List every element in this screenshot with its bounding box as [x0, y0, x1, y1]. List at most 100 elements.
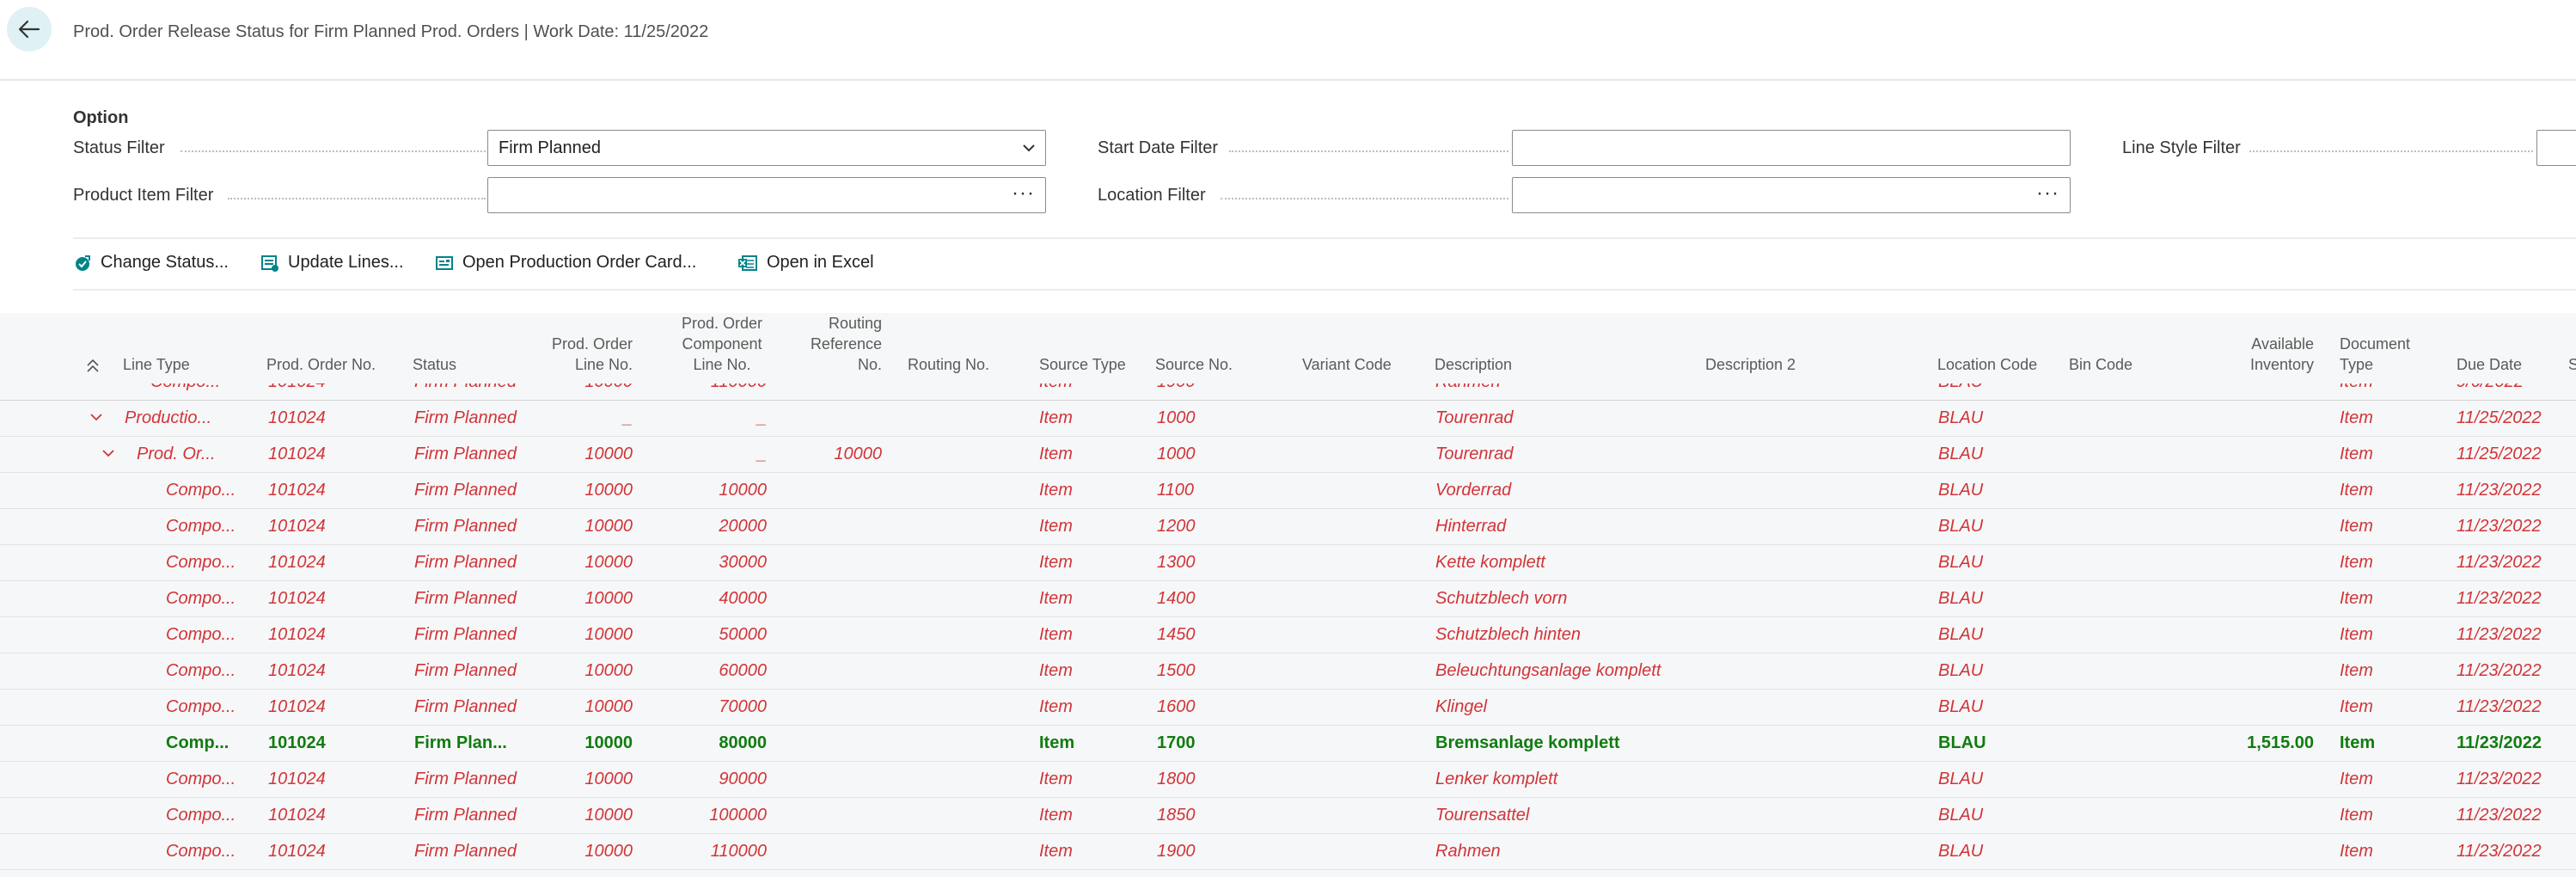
chevron-down-icon[interactable]	[101, 447, 115, 459]
cell-line-no: 10000	[584, 733, 633, 752]
col-routing-no[interactable]: Routing No.	[908, 354, 989, 375]
cell-source-no: 1500	[1157, 661, 1196, 680]
cell-line-no: 10000	[584, 697, 633, 716]
cell-location-code: BLAU	[1938, 553, 1984, 572]
cell-prod-order-no: 101024	[268, 408, 326, 427]
start-date-filter-leader	[1229, 150, 1508, 152]
table-row[interactable]: Compo... 101024 Firm Planned 10000 90000 Item…	[0, 762, 2576, 798]
cell-location-code: BLAU	[1938, 661, 1984, 680]
status-filter-value: Firm Planned	[499, 138, 601, 157]
status-filter-select[interactable]: Firm Planned	[487, 130, 1046, 166]
cell-location-code: BLAU	[1938, 842, 1984, 861]
start-date-filter-input[interactable]	[1512, 130, 2071, 166]
col-line-type[interactable]: Line Type	[123, 354, 190, 375]
cell-document-type: Item	[2340, 842, 2373, 861]
col-prod-order-no[interactable]: Prod. Order No.	[266, 354, 376, 375]
cell-line-no: 10000	[584, 517, 633, 536]
cell-due-date: 11/23/2022	[2457, 697, 2542, 716]
col-source-type[interactable]: Source Type	[1039, 354, 1126, 375]
cell-status: Firm Planned	[414, 842, 517, 861]
cell-source-type: Item	[1039, 661, 1073, 680]
update-lines-action[interactable]: Update Lines...	[260, 253, 404, 273]
cell-source-type: Item	[1039, 481, 1073, 500]
col-next-fragment[interactable]: S	[2568, 354, 2576, 375]
cell-prod-order-no: 101024	[268, 553, 326, 572]
cell-component-line-no: _	[756, 445, 767, 463]
col-available-inventory[interactable]: Available Inventory	[2218, 334, 2314, 375]
cell-due-date: 11/23/2022	[2457, 806, 2542, 825]
cell-document-type: Item	[2340, 589, 2373, 608]
table-row[interactable]: Compo... 101024 Firm Planned 10000 100000 Ite…	[0, 798, 2576, 834]
table-row[interactable]: Compo... 101024 Firm Planned 10000 50000 Item…	[0, 617, 2576, 653]
col-source-no[interactable]: Source No.	[1155, 354, 1233, 375]
cell-document-type: Item	[2340, 697, 2373, 716]
cell-status: Firm Planned	[414, 445, 517, 463]
col-bin-code[interactable]: Bin Code	[2069, 354, 2132, 375]
table-row[interactable]: Compo... 101024 Firm Planned 10000 60000 Item…	[0, 653, 2576, 690]
cell-source-no: 1300	[1157, 553, 1196, 572]
line-style-filter-label: Line Style Filter	[2122, 138, 2249, 158]
table-row[interactable]: Compo... 101024 Firm Planned 10000 10000 Item…	[0, 473, 2576, 509]
table-row[interactable]: Compo... 101024 Firm Planned 10000 40000 Item…	[0, 581, 2576, 617]
cell-location-code: BLAU	[1938, 697, 1984, 716]
table-row[interactable]: Comp... 101024 Firm Plan... 10000 80000 Item 1…	[0, 726, 2576, 762]
chevron-down-icon[interactable]	[89, 411, 103, 423]
col-location-code[interactable]: Location Code	[1937, 354, 2037, 375]
col-description[interactable]: Description	[1435, 354, 1512, 375]
col-routing-reference-no[interactable]: Routing Reference No.	[796, 313, 882, 375]
cell-source-no: 1400	[1157, 589, 1196, 608]
table-row[interactable]: Productio... 101024 Firm Planned _ _ Item 1000…	[0, 401, 2576, 437]
col-due-date[interactable]: Due Date	[2457, 354, 2522, 375]
data-grid: Line Type Prod. Order No. Status Prod. O…	[0, 313, 2576, 877]
lookup-ellipsis-icon[interactable]: ···	[1012, 181, 1035, 205]
cell-description: Lenker komplett	[1435, 770, 1558, 788]
actionbar-divider	[73, 289, 2576, 291]
start-date-filter-label: Start Date Filter	[1098, 138, 1227, 158]
location-filter-input[interactable]: ···	[1512, 177, 2071, 213]
cell-line-no: 10000	[584, 842, 633, 861]
lookup-ellipsis-icon[interactable]: ···	[2036, 181, 2059, 205]
open-in-excel-action[interactable]: Open in Excel	[737, 253, 874, 273]
cell-component-line-no: 70000	[719, 697, 767, 716]
back-button[interactable]	[7, 7, 52, 52]
line-style-filter-input[interactable]	[2536, 130, 2576, 166]
cell-location-code: BLAU	[1938, 770, 1984, 788]
cell-document-type: Item	[2340, 517, 2373, 536]
col-document-type[interactable]: Document Type	[2340, 334, 2410, 375]
table-row[interactable]: Prod. Or... 101024 Firm Planned 10000 _ 10000…	[0, 437, 2576, 473]
status-filter-leader	[181, 150, 486, 152]
cell-prod-order-no: 101024	[268, 589, 326, 608]
cell-source-no: 1450	[1157, 625, 1196, 644]
col-prod-order-line-no[interactable]: Prod. Order Line No.	[533, 334, 633, 375]
product-item-filter-leader	[228, 198, 486, 199]
col-description-2[interactable]: Description 2	[1705, 354, 1796, 375]
table-row-partial[interactable]: Compo... 101024 Firm Planned 10000 11000…	[0, 383, 2576, 401]
col-component-line-no[interactable]: Prod. Order Component Line No.	[670, 313, 774, 375]
collapse-all-icon[interactable]	[86, 359, 100, 374]
cell-source-type: Item	[1039, 733, 1075, 752]
cell-line-no: 10000	[584, 770, 633, 788]
cell-line-type: Compo...	[166, 697, 236, 716]
cell-status: Firm Planned	[414, 517, 517, 536]
cell-status: Firm Planned	[414, 625, 517, 644]
cell-component-line-no: 90000	[719, 770, 767, 788]
col-status[interactable]: Status	[413, 354, 456, 375]
cell-source-no: 1000	[1157, 445, 1196, 463]
open-production-order-card-action[interactable]: Open Production Order Card...	[435, 253, 696, 273]
table-row[interactable]: Compo... 101024 Firm Planned 10000 20000 Item…	[0, 509, 2576, 545]
cell-source-type: Item	[1039, 770, 1073, 788]
table-row[interactable]: Compo... 101024 Firm Planned 10000 70000 Item…	[0, 690, 2576, 726]
cell-prod-order-no: 101024	[268, 806, 326, 825]
table-row[interactable]: Compo... 101024 Firm Planned 10000 110000 Ite…	[0, 834, 2576, 870]
card-icon	[436, 255, 453, 270]
cell-location-code: BLAU	[1938, 806, 1984, 825]
actionbar-divider	[73, 237, 2576, 239]
change-status-action[interactable]: Change Status...	[73, 253, 229, 273]
table-row[interactable]: Compo... 101024 Firm Planned 10000 30000 Item…	[0, 545, 2576, 581]
cell-status: Firm Planned	[414, 770, 517, 788]
update-lines-icon	[261, 255, 278, 272]
product-item-filter-input[interactable]: ···	[487, 177, 1046, 213]
cell-source-type: Item	[1039, 697, 1073, 716]
cell-description: Hinterrad	[1435, 517, 1507, 536]
col-variant-code[interactable]: Variant Code	[1302, 354, 1392, 375]
